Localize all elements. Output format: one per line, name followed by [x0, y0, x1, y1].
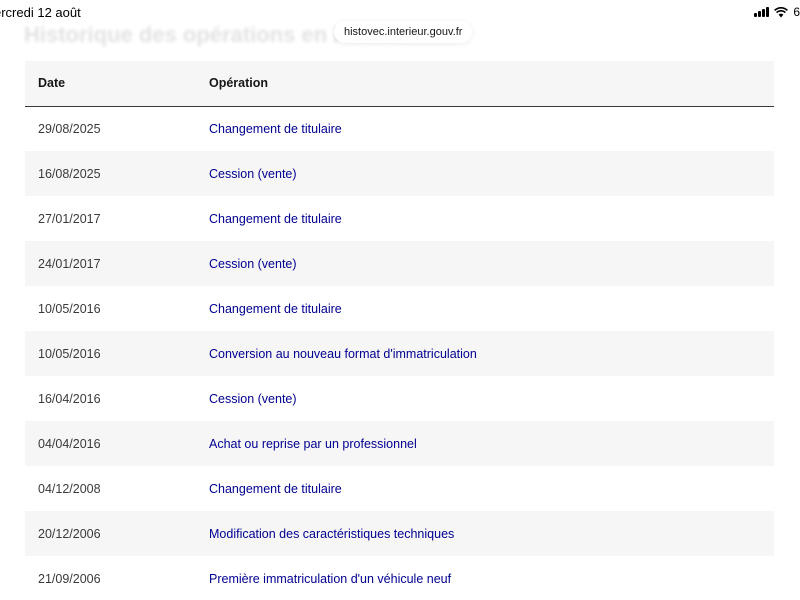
row-date: 10/05/2016 — [38, 301, 101, 316]
battery-percentage: 6 — [793, 5, 800, 19]
wifi-icon — [774, 6, 789, 17]
row-date: 10/05/2016 — [38, 346, 101, 361]
row-operation: Cession (vente) — [209, 166, 297, 181]
table-row: 29/08/2025 Changement de titulaire — [25, 106, 774, 151]
cellular-signal-icon — [754, 7, 770, 17]
table-row: 16/04/2016 Cession (vente) — [25, 376, 774, 421]
column-header-date: Date — [25, 61, 196, 107]
row-operation: Modification des caractéristiques techni… — [209, 526, 455, 541]
row-operation: Cession (vente) — [209, 256, 297, 271]
row-date: 16/04/2016 — [38, 391, 101, 406]
table-row: 20/12/2006 Modification des caractéristi… — [25, 511, 774, 556]
row-date: 04/04/2016 — [38, 436, 101, 451]
table-header-row: Date Opération — [25, 61, 774, 107]
row-date: 21/09/2006 — [38, 571, 101, 586]
table-row: 10/05/2016 Conversion au nouveau format … — [25, 331, 774, 376]
table-row: 27/01/2017 Changement de titulaire — [25, 196, 774, 241]
address-bar[interactable]: histovec.interieur.gouv.fr — [334, 21, 473, 43]
row-operation: Changement de titulaire — [209, 481, 342, 496]
row-operation: Conversion au nouveau format d'immatricu… — [209, 346, 477, 361]
table-row: 10/05/2016 Changement de titulaire — [25, 286, 774, 331]
row-operation: Changement de titulaire — [209, 301, 342, 316]
column-header-operation: Opération — [196, 61, 774, 107]
status-indicators: 6 — [754, 5, 800, 19]
row-date: 24/01/2017 — [38, 256, 101, 271]
row-date: 16/08/2025 — [38, 166, 101, 181]
row-date: 29/08/2025 — [38, 121, 101, 136]
address-bar-url: histovec.interieur.gouv.fr — [344, 26, 463, 38]
row-date: 04/12/2008 — [38, 481, 101, 496]
screen: ercredi 12 août 6 Historique des opérati… — [0, 0, 800, 600]
row-operation: Changement de titulaire — [209, 211, 342, 226]
table-row: 04/12/2008 Changement de titulaire — [25, 466, 774, 511]
table-row: 16/08/2025 Cession (vente) — [25, 151, 774, 196]
table-row: 24/01/2017 Cession (vente) — [25, 241, 774, 286]
status-date: ercredi 12 août — [0, 5, 81, 20]
row-operation: Première immatriculation d'un véhicule n… — [209, 571, 452, 586]
operations-history-table: Date Opération 29/08/2025 Changement de … — [25, 61, 774, 600]
row-operation: Achat ou reprise par un professionnel — [209, 436, 417, 451]
row-date: 27/01/2017 — [38, 211, 101, 226]
table-row: 04/04/2016 Achat ou reprise par un profe… — [25, 421, 774, 466]
row-operation: Changement de titulaire — [209, 121, 342, 136]
table-row: 21/09/2006 Première immatriculation d'un… — [25, 556, 774, 600]
row-operation: Cession (vente) — [209, 391, 297, 406]
row-date: 20/12/2006 — [38, 526, 101, 541]
